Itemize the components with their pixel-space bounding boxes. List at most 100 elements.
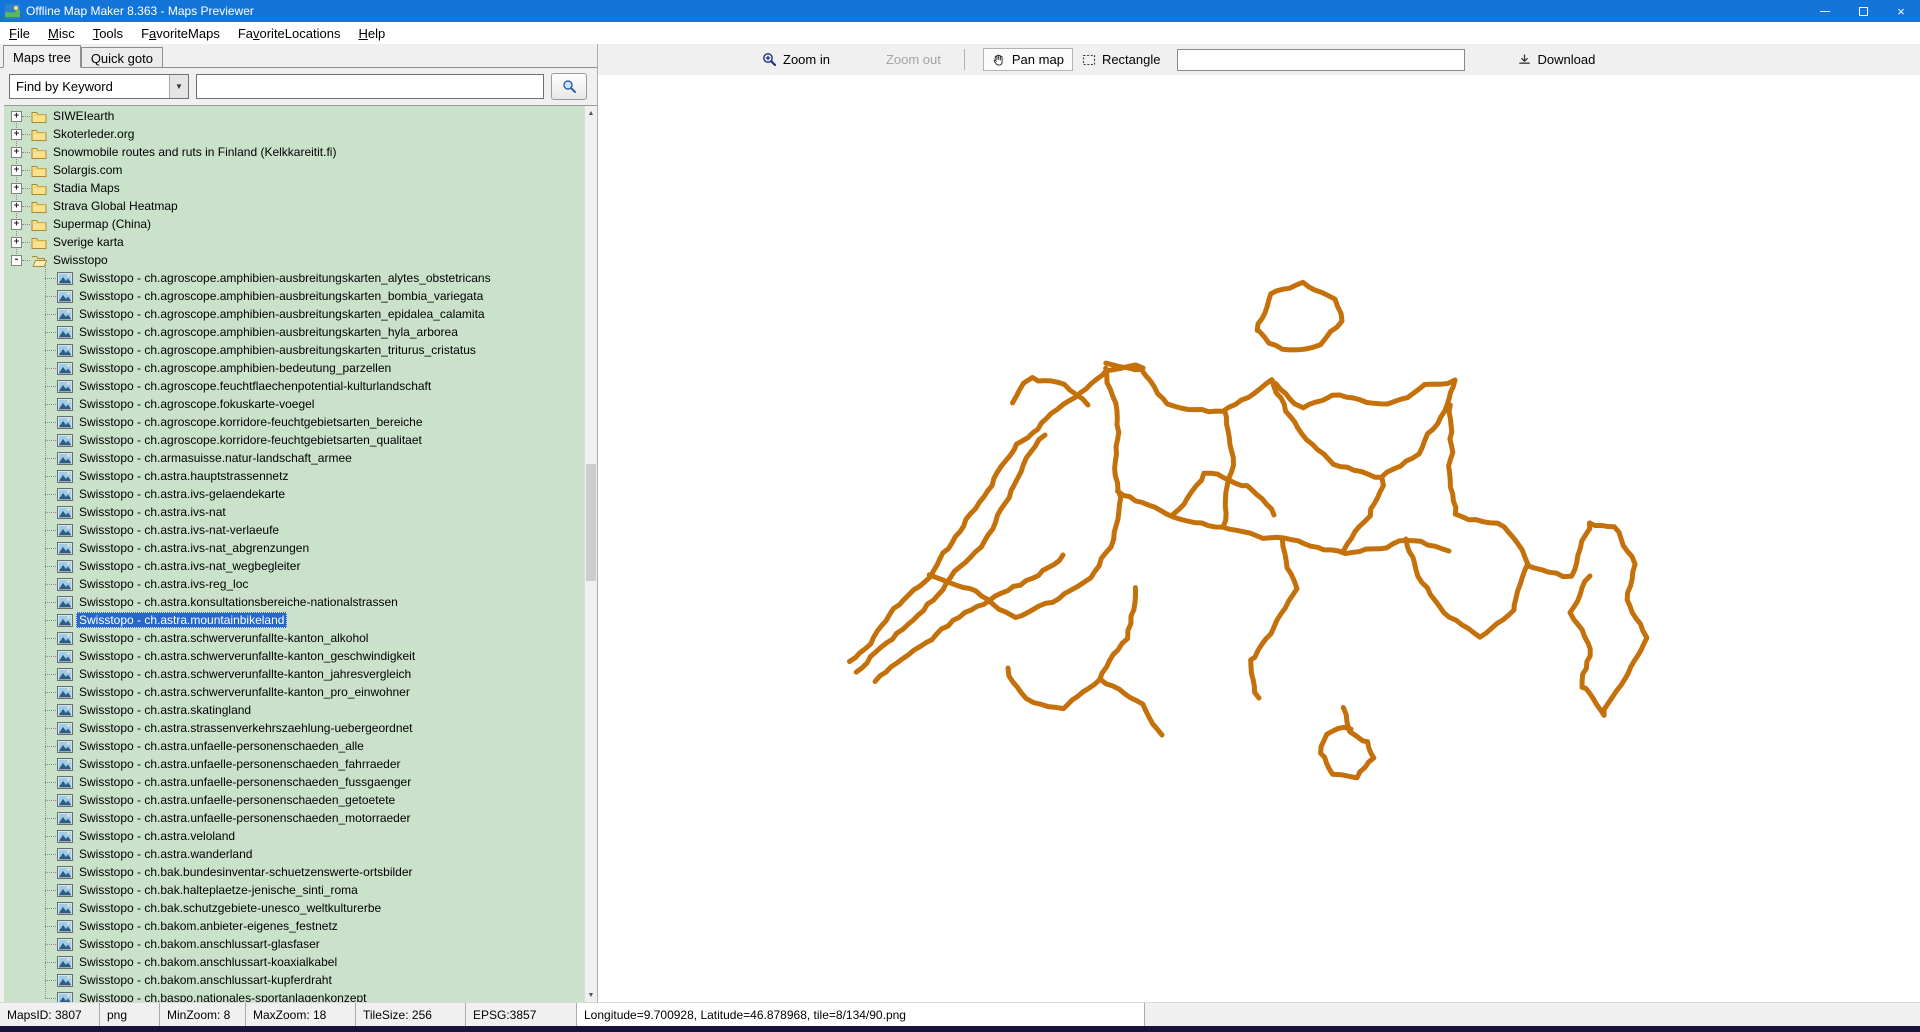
find-mode-select[interactable]: Find by Keyword ▼ (9, 74, 189, 99)
maximize-button[interactable] (1844, 0, 1882, 22)
tree-map-row[interactable]: Swisstopo - ch.bakom.anschlussart-koaxia… (4, 953, 584, 971)
menu-item-misc[interactable]: Misc (39, 23, 84, 44)
tree-map-row[interactable]: Swisstopo - ch.astra.ivs-nat_wegbegleite… (4, 557, 584, 575)
tree-map-row[interactable]: Swisstopo - ch.astra.schwerverunfallte-k… (4, 665, 584, 683)
rectangle-button[interactable]: Rectangle (1073, 48, 1170, 71)
tree-map-label: Swisstopo - ch.astra.hauptstrassennetz (76, 468, 291, 484)
menu-item-file[interactable]: File (0, 23, 39, 44)
toolbar-input[interactable] (1177, 49, 1465, 71)
tree-map-row[interactable]: Swisstopo - ch.agroscope.amphibien-ausbr… (4, 269, 584, 287)
menu-item-favoritemaps[interactable]: FavoriteMaps (132, 23, 229, 44)
tree-map-row[interactable]: Swisstopo - ch.agroscope.amphibien-ausbr… (4, 341, 584, 359)
tree-map-row[interactable]: Swisstopo - ch.baspo.nationales-sportanl… (4, 989, 584, 1002)
tree-map-row[interactable]: Swisstopo - ch.astra.unfaelle-personensc… (4, 773, 584, 791)
tree-map-row[interactable]: Swisstopo - ch.armasuisse.natur-landscha… (4, 449, 584, 467)
tree-folder-row[interactable]: +Snowmobile routes and ruts in Finland (… (4, 143, 584, 161)
tree-folder-row[interactable]: +Skoterleder.org (4, 125, 584, 143)
tree-folder-label: Supermap (China) (50, 216, 154, 232)
tab-quick-goto[interactable]: Quick goto (81, 47, 163, 67)
pan-map-button[interactable]: Pan map (983, 48, 1073, 71)
tree-map-row[interactable]: Swisstopo - ch.bak.schutzgebiete-unesco_… (4, 899, 584, 917)
tree-map-row[interactable]: Swisstopo - ch.astra.skatingland (4, 701, 584, 719)
tree-map-row[interactable]: Swisstopo - ch.astra.schwerverunfallte-k… (4, 647, 584, 665)
tree-map-row[interactable]: Swisstopo - ch.bak.halteplaetze-jenische… (4, 881, 584, 899)
tree-map-row[interactable]: Swisstopo - ch.agroscope.korridore-feuch… (4, 413, 584, 431)
tree-map-row[interactable]: Swisstopo - ch.astra.unfaelle-personensc… (4, 791, 584, 809)
tree-folder-row[interactable]: -Swisstopo (4, 251, 584, 269)
tree-map-row[interactable]: Swisstopo - ch.astra.ivs-nat-verlaeufe (4, 521, 584, 539)
expand-icon[interactable]: + (11, 201, 22, 212)
tree-map-row[interactable]: Swisstopo - ch.agroscope.amphibien-ausbr… (4, 287, 584, 305)
tree-map-row[interactable]: Swisstopo - ch.astra.unfaelle-personensc… (4, 755, 584, 773)
map-canvas[interactable] (598, 75, 1920, 1002)
tree-folder-row[interactable]: + Supermap (China) (4, 215, 584, 233)
status-segment: TileSize: 256 (356, 1003, 466, 1026)
expand-icon[interactable]: + (11, 111, 22, 122)
expand-icon[interactable]: + (11, 147, 22, 158)
tree-map-row[interactable]: Swisstopo - ch.astra.ivs-nat (4, 503, 584, 521)
expand-icon[interactable]: + (11, 183, 22, 194)
tree-map-row[interactable]: Swisstopo - ch.agroscope.amphibien-ausbr… (4, 305, 584, 323)
menu-item-favoritelocations[interactable]: FavoriteLocations (229, 23, 350, 44)
tree-map-row[interactable]: Swisstopo - ch.astra.unfaelle-personensc… (4, 809, 584, 827)
tree-map-row[interactable]: Swisstopo - ch.agroscope.korridore-feuch… (4, 431, 584, 449)
scroll-down-icon[interactable]: ▼ (585, 988, 597, 1002)
minimize-button[interactable] (1806, 0, 1844, 22)
tree-map-row[interactable]: Swisstopo - ch.bakom.anschlussart-kupfer… (4, 971, 584, 989)
tree-folder-row[interactable]: +SIWEIearth (4, 107, 584, 125)
scroll-up-icon[interactable]: ▲ (585, 106, 597, 120)
tree-map-row[interactable]: Swisstopo - ch.astra.wanderland (4, 845, 584, 863)
tree-map-row[interactable]: Swisstopo - ch.bakom.anbieter-eigenes_fe… (4, 917, 584, 935)
tree-map-row[interactable]: Swisstopo - ch.astra.hauptstrassennetz (4, 467, 584, 485)
tree-map-row[interactable]: Swisstopo - ch.astra.schwerverunfallte-k… (4, 629, 584, 647)
map-icon (57, 578, 73, 591)
collapse-icon[interactable]: - (11, 255, 22, 266)
expand-icon[interactable]: + (11, 237, 22, 248)
tree-scrollbar[interactable]: ▲ ▼ (584, 106, 597, 1002)
status-segment: MapsID: 3807 (0, 1003, 100, 1026)
expand-icon[interactable]: + (11, 129, 22, 140)
tree-map-row[interactable]: Swisstopo - ch.agroscope.fokuskarte-voeg… (4, 395, 584, 413)
status-bar: MapsID: 3807pngMinZoom: 8MaxZoom: 18Tile… (0, 1002, 1920, 1026)
tree-map-row[interactable]: Swisstopo - ch.astra.ivs-reg_loc (4, 575, 584, 593)
close-button[interactable]: × (1882, 0, 1920, 22)
expand-icon[interactable]: + (11, 219, 22, 230)
tree-map-row[interactable]: Swisstopo - ch.astra.mountainbikeland (4, 611, 584, 629)
scrollbar-thumb[interactable] (586, 464, 596, 580)
chevron-down-icon[interactable]: ▼ (169, 75, 188, 98)
tree-folder-row[interactable]: +Sverige karta (4, 233, 584, 251)
zoom-out-label: Zoom out (886, 52, 941, 67)
tree-folder-row[interactable]: +Strava Global Heatmap (4, 197, 584, 215)
zoom-in-icon (762, 52, 777, 67)
folder-icon (31, 146, 47, 159)
menu-item-help[interactable]: Help (349, 23, 394, 44)
tree-map-row[interactable]: Swisstopo - ch.agroscope.amphibien-ausbr… (4, 323, 584, 341)
tree-map-row[interactable]: Swisstopo - ch.astra.veloland (4, 827, 584, 845)
tree-folder-row[interactable]: +Solargis.com (4, 161, 584, 179)
menu-item-tools[interactable]: Tools (84, 23, 132, 44)
tree-map-label: Swisstopo - ch.astra.schwerverunfallte-k… (76, 684, 413, 700)
status-segment: png (100, 1003, 160, 1026)
tree-map-row[interactable]: Swisstopo - ch.bakom.anschlussart-glasfa… (4, 935, 584, 953)
download-button[interactable]: Download (1509, 48, 1604, 71)
tree-map-row[interactable]: Swisstopo - ch.agroscope.amphibien-bedeu… (4, 359, 584, 377)
tree-map-row[interactable]: Swisstopo - ch.astra.strassenverkehrszae… (4, 719, 584, 737)
map-icon (57, 344, 73, 357)
search-button[interactable] (551, 73, 587, 100)
map-icon (57, 902, 73, 915)
tree-map-row[interactable]: Swisstopo - ch.astra.konsultationsbereic… (4, 593, 584, 611)
search-input[interactable] (196, 74, 544, 99)
tree-map-row[interactable]: Swisstopo - ch.astra.ivs-gelaendekarte (4, 485, 584, 503)
zoom-in-button[interactable]: Zoom in (753, 48, 839, 71)
map-icon (57, 380, 73, 393)
tree-map-row[interactable]: Swisstopo - ch.astra.ivs-nat_abgrenzunge… (4, 539, 584, 557)
tree-map-row[interactable]: Swisstopo - ch.astra.schwerverunfallte-k… (4, 683, 584, 701)
tab-maps-tree[interactable]: Maps tree (3, 45, 81, 68)
mtb-route-path (1321, 708, 1374, 778)
tree-folder-row[interactable]: +Stadia Maps (4, 179, 584, 197)
expand-icon[interactable]: + (11, 165, 22, 176)
tree-map-row[interactable]: Swisstopo - ch.agroscope.feuchtflaechenp… (4, 377, 584, 395)
tree-map-row[interactable]: Swisstopo - ch.astra.unfaelle-personensc… (4, 737, 584, 755)
mtb-route-path (1106, 363, 1455, 412)
tree-map-row[interactable]: Swisstopo - ch.bak.bundesinventar-schuet… (4, 863, 584, 881)
